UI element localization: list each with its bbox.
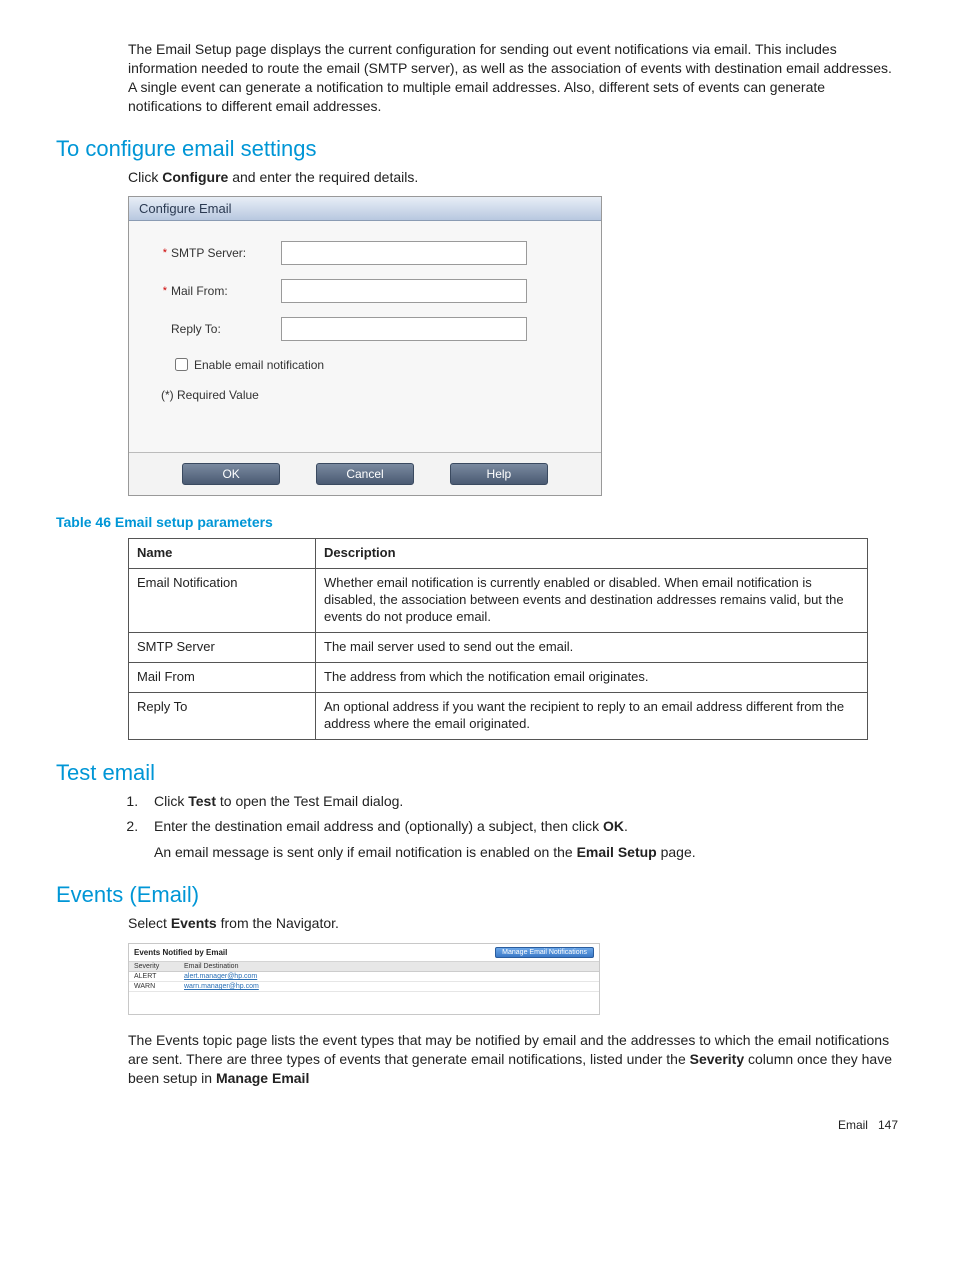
cell: The address from which the notification … bbox=[316, 662, 868, 692]
events-panel: Events Notified by Email Manage Email No… bbox=[128, 943, 600, 1015]
col-severity: Severity bbox=[134, 963, 184, 970]
cancel-button[interactable]: Cancel bbox=[316, 463, 414, 485]
heading-events-email: Events (Email) bbox=[56, 882, 898, 908]
text: Click bbox=[154, 793, 188, 809]
mailfrom-label: Mail From: bbox=[171, 284, 281, 298]
configure-email-panel: Configure Email * SMTP Server: * Mail Fr… bbox=[128, 196, 602, 496]
events-row: WARN warn.manager@hp.com bbox=[129, 982, 599, 992]
required-note: (*) Required Value bbox=[161, 388, 591, 402]
step-2: Enter the destination email address and … bbox=[142, 817, 898, 862]
cell: An optional address if you want the reci… bbox=[316, 692, 868, 739]
footer-section: Email bbox=[838, 1118, 868, 1132]
smtp-input[interactable] bbox=[281, 241, 527, 265]
page-footer: Email 147 bbox=[56, 1118, 898, 1132]
required-marker: * bbox=[157, 247, 167, 259]
cell-severity: WARN bbox=[134, 983, 184, 990]
replyto-label: Reply To: bbox=[171, 322, 281, 336]
text: and enter the required details. bbox=[228, 169, 418, 185]
bold-manage-email: Manage Email bbox=[216, 1070, 309, 1086]
bold-configure: Configure bbox=[162, 169, 228, 185]
table-row: Mail From The address from which the not… bbox=[129, 662, 868, 692]
table-row: Email Notification Whether email notific… bbox=[129, 569, 868, 633]
text: Enter the destination email address and … bbox=[154, 818, 603, 834]
cell: Reply To bbox=[129, 692, 316, 739]
text: to open the Test Email dialog. bbox=[216, 793, 403, 809]
text: Click bbox=[128, 169, 162, 185]
heading-test-email: Test email bbox=[56, 760, 898, 786]
table-row: SMTP Server The mail server used to send… bbox=[129, 633, 868, 663]
row-smtp: * SMTP Server: bbox=[157, 241, 591, 265]
th-desc: Description bbox=[316, 539, 868, 569]
events-panel-title: Events Notified by Email bbox=[134, 948, 495, 957]
col-destination: Email Destination bbox=[184, 963, 238, 970]
intro-paragraph: The Email Setup page displays the curren… bbox=[128, 40, 898, 116]
bold-events: Events bbox=[171, 915, 217, 931]
events-row: ALERT alert.manager@hp.com bbox=[129, 972, 599, 982]
events-select-instruction: Select Events from the Navigator. bbox=[128, 914, 898, 933]
cell-destination[interactable]: warn.manager@hp.com bbox=[184, 983, 259, 990]
step-2-extra: An email message is sent only if email n… bbox=[154, 843, 898, 863]
replyto-input[interactable] bbox=[281, 317, 527, 341]
required-marker: * bbox=[157, 285, 167, 297]
footer-page: 147 bbox=[878, 1118, 898, 1132]
th-name: Name bbox=[129, 539, 316, 569]
test-steps: Click Test to open the Test Email dialog… bbox=[142, 792, 898, 863]
events-paragraph: The Events topic page lists the event ty… bbox=[128, 1031, 898, 1088]
text: . bbox=[624, 818, 628, 834]
manage-email-notifications-button[interactable]: Manage Email Notifications bbox=[495, 947, 594, 958]
events-columns: Severity Email Destination bbox=[129, 962, 599, 972]
table46-caption: Table 46 Email setup parameters bbox=[56, 514, 898, 530]
text: Select bbox=[128, 915, 171, 931]
step-1: Click Test to open the Test Email dialog… bbox=[142, 792, 898, 812]
enable-label: Enable email notification bbox=[194, 358, 324, 372]
smtp-label: SMTP Server: bbox=[171, 246, 281, 260]
cell: Email Notification bbox=[129, 569, 316, 633]
mailfrom-input[interactable] bbox=[281, 279, 527, 303]
text: from the Navigator. bbox=[217, 915, 339, 931]
help-button[interactable]: Help bbox=[450, 463, 548, 485]
cell: Mail From bbox=[129, 662, 316, 692]
panel-footer: OK Cancel Help bbox=[129, 452, 601, 495]
table-row: Reply To An optional address if you want… bbox=[129, 692, 868, 739]
configure-instruction: Click Configure and enter the required d… bbox=[128, 168, 898, 187]
panel-title: Configure Email bbox=[129, 197, 601, 221]
events-padding bbox=[129, 992, 599, 1014]
cell-severity: ALERT bbox=[134, 973, 184, 980]
text: page. bbox=[657, 844, 696, 860]
row-enable: Enable email notification bbox=[171, 355, 591, 374]
cell: Whether email notification is currently … bbox=[316, 569, 868, 633]
table46: Name Description Email Notification Whet… bbox=[128, 538, 868, 739]
bold-ok: OK bbox=[603, 818, 624, 834]
row-replyto: Reply To: bbox=[157, 317, 591, 341]
bold-email-setup: Email Setup bbox=[577, 844, 657, 860]
enable-checkbox[interactable] bbox=[175, 358, 188, 371]
bold-test: Test bbox=[188, 793, 216, 809]
cell: The mail server used to send out the ema… bbox=[316, 633, 868, 663]
cell: SMTP Server bbox=[129, 633, 316, 663]
cell-destination[interactable]: alert.manager@hp.com bbox=[184, 973, 257, 980]
text: An email message is sent only if email n… bbox=[154, 844, 577, 860]
bold-severity: Severity bbox=[690, 1051, 744, 1067]
row-mailfrom: * Mail From: bbox=[157, 279, 591, 303]
ok-button[interactable]: OK bbox=[182, 463, 280, 485]
heading-configure: To configure email settings bbox=[56, 136, 898, 162]
